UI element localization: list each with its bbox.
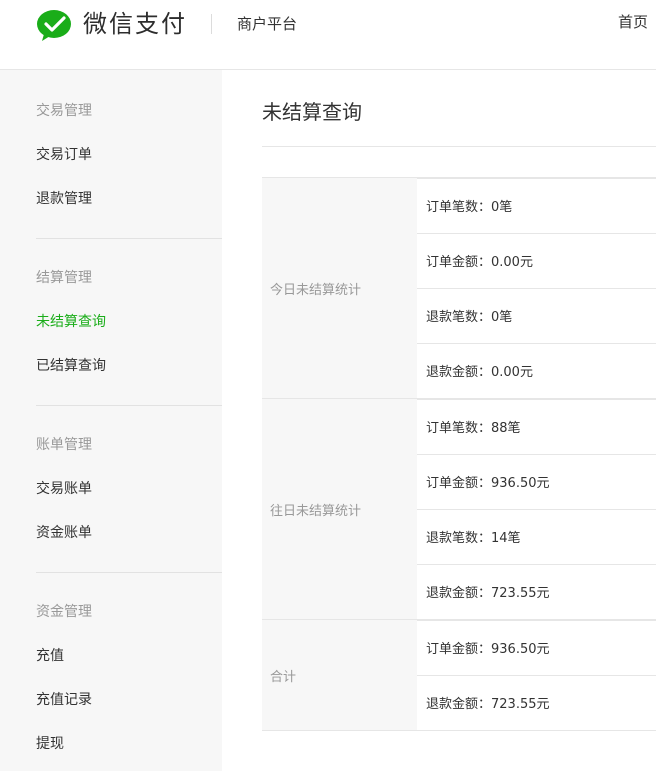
home-link[interactable]: 首页	[618, 12, 648, 32]
sidebar-item-withdraw[interactable]: 提现	[36, 734, 64, 754]
group-label: 合计	[270, 670, 297, 685]
group-label: 往日未结算统计	[270, 504, 362, 519]
group-label-cell: 合计	[262, 620, 417, 730]
sidebar-item-recharge[interactable]: 充值	[36, 646, 64, 666]
stats-group-today: 今日未结算统计 订单笔数：0笔 订单金额：0.00元 退款笔数：0笔 退款金额：…	[262, 177, 656, 398]
stat-value: 订单笔数：88笔	[426, 421, 521, 436]
sidebar-group-title-trade: 交易管理	[36, 103, 92, 119]
stat-row: 退款笔数：0笔	[417, 288, 656, 343]
platform-name: 商户平台	[237, 15, 298, 33]
stat-row: 订单金额：936.50元	[417, 620, 656, 675]
stat-value: 退款笔数：14笔	[426, 531, 521, 546]
group-label-cell: 往日未结算统计	[262, 399, 417, 619]
stat-row: 订单金额：936.50元	[417, 454, 656, 509]
stat-value: 退款金额：723.55元	[426, 586, 550, 601]
stat-row: 退款金额：723.55元	[417, 675, 656, 730]
title-divider	[262, 146, 656, 147]
sidebar-divider	[36, 238, 222, 239]
wechat-logo-icon[interactable]	[36, 9, 76, 42]
stat-value: 退款金额：723.55元	[426, 697, 550, 712]
sidebar: 交易管理 交易订单 退款管理 结算管理 未结算查询 已结算查询 账单管理 交易账…	[0, 70, 222, 771]
stat-value: 订单金额：936.50元	[426, 642, 550, 657]
sidebar-item-refund-management[interactable]: 退款管理	[36, 189, 92, 209]
stat-row: 订单金额：0.00元	[417, 233, 656, 288]
brand-name: 微信支付	[83, 10, 187, 38]
sidebar-item-settled-query[interactable]: 已结算查询	[36, 356, 106, 376]
stat-row: 退款金额：723.55元	[417, 564, 656, 619]
sidebar-divider	[36, 572, 222, 573]
group-label-cell: 今日未结算统计	[262, 178, 417, 398]
stats-group-total: 合计 订单金额：936.50元 退款金额：723.55元	[262, 619, 656, 730]
stat-value: 退款金额：0.00元	[426, 365, 533, 380]
stats-bottom-border	[262, 730, 656, 731]
stat-value: 订单金额：0.00元	[426, 255, 533, 270]
stats-group-previous: 往日未结算统计 订单笔数：88笔 订单金额：936.50元 退款笔数：14笔 退…	[262, 398, 656, 619]
stat-row: 退款笔数：14笔	[417, 509, 656, 564]
stat-value: 订单笔数：0笔	[426, 200, 513, 215]
stat-row: 订单笔数：88笔	[417, 399, 656, 454]
sidebar-group-title-funds: 资金管理	[36, 604, 92, 620]
stat-row: 退款金额：0.00元	[417, 343, 656, 398]
stat-value: 订单金额：936.50元	[426, 476, 550, 491]
sidebar-item-trade-bill[interactable]: 交易账单	[36, 479, 92, 499]
top-header: 微信支付 商户平台 首页	[0, 0, 656, 70]
sidebar-item-unsettled-query[interactable]: 未结算查询	[36, 312, 106, 332]
sidebar-item-trade-orders[interactable]: 交易订单	[36, 145, 92, 165]
sidebar-item-recharge-records[interactable]: 充值记录	[36, 690, 92, 710]
sidebar-group-title-settlement: 结算管理	[36, 270, 92, 286]
header-divider	[211, 14, 212, 34]
stat-value: 退款笔数：0笔	[426, 310, 513, 325]
stat-row: 订单笔数：0笔	[417, 178, 656, 233]
group-label: 今日未结算统计	[270, 283, 362, 298]
sidebar-item-fund-bill[interactable]: 资金账单	[36, 523, 92, 543]
page-title: 未结算查询	[262, 100, 362, 124]
unsettled-stats-table: 今日未结算统计 订单笔数：0笔 订单金额：0.00元 退款笔数：0笔 退款金额：…	[262, 177, 656, 731]
sidebar-group-title-bills: 账单管理	[36, 437, 92, 453]
sidebar-divider	[36, 405, 222, 406]
